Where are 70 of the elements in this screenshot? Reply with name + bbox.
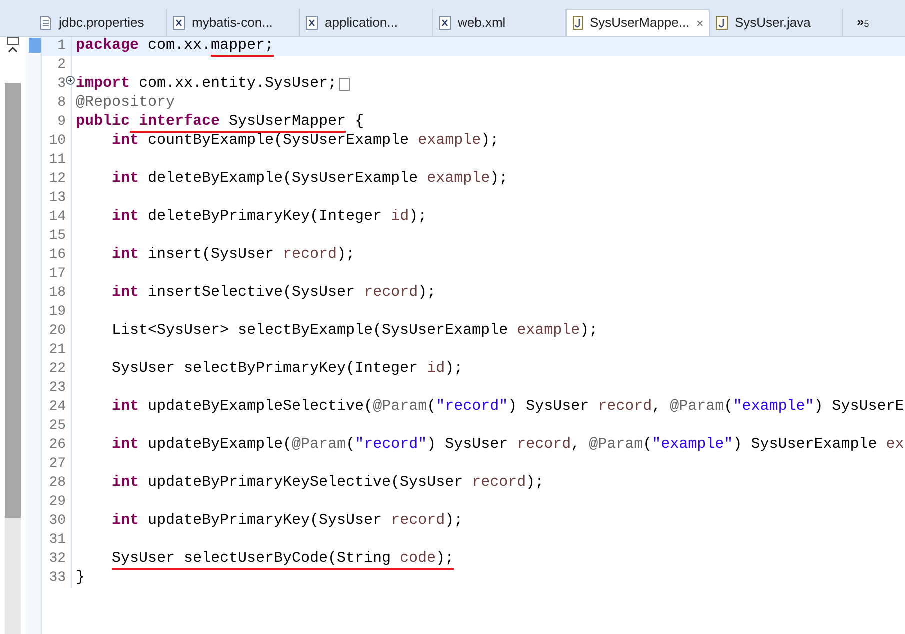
document-icon: [40, 16, 52, 30]
line-number: 29: [49, 493, 66, 512]
tab-label: application...: [325, 14, 398, 32]
line-number: 23: [49, 379, 66, 398]
code-line: SysUser selectByPrimaryKey(Integer id);: [112, 359, 464, 380]
line-number: 32: [49, 550, 66, 569]
line-number: 10: [49, 132, 66, 151]
line-number: 12: [49, 170, 66, 189]
line-number: 2: [58, 56, 66, 75]
code-line: int updateByPrimaryKey(SysUser record);: [112, 511, 464, 532]
tab-label: mybatis-con...: [192, 14, 273, 32]
line-number: 28: [49, 474, 66, 493]
editor-tab[interactable]: SysUserMappe...: [566, 9, 710, 36]
editor-tab[interactable]: SysUser.java: [710, 9, 843, 36]
editor-tab[interactable]: application...: [300, 9, 433, 36]
more-tabs-button[interactable]: »5: [843, 9, 870, 36]
code-line: @Repository: [76, 93, 176, 114]
xml-file-icon: [439, 16, 451, 30]
line-number: 17: [49, 265, 66, 284]
line-number: 27: [49, 455, 66, 474]
line-number: 8: [58, 94, 66, 113]
line-number: 31: [49, 531, 66, 550]
code-line: int insert(SysUser record);: [112, 245, 356, 266]
code-line: int countByExample(SysUserExample example);: [112, 131, 500, 152]
code-line: package com.xx.mapper;: [76, 35, 274, 58]
line-number: 18: [49, 284, 66, 303]
xml-file-icon: [306, 16, 318, 30]
editor-tab[interactable]: jdbc.properties: [34, 9, 167, 36]
java-file-icon: [716, 16, 728, 30]
line-number: 33: [49, 569, 66, 588]
code-line: public interface SysUserMapper {: [76, 111, 364, 134]
line-number: 16: [49, 246, 66, 265]
java-file-icon: [573, 16, 583, 30]
line-number: 24: [49, 398, 66, 417]
line-number: 26: [49, 436, 66, 455]
scrollbar-thumb[interactable]: [5, 83, 21, 518]
vertical-scrollbar[interactable]: [5, 83, 21, 634]
line-number: 25: [49, 417, 66, 436]
line-number: 14: [49, 208, 66, 227]
code-line: int deleteByPrimaryKey(Integer id);: [112, 207, 428, 228]
code-line: import com.xx.entity.SysUser;: [76, 74, 338, 94]
code-line: SysUser selectUserByCode(String code);: [112, 548, 454, 571]
code-line: int insertSelective(SysUser record);: [112, 283, 436, 304]
line-number: 13: [49, 189, 66, 208]
tab-label: web.xml: [458, 14, 506, 32]
code-line: int deleteByExample(SysUserExample example);: [112, 169, 508, 190]
line-number: 9: [58, 113, 66, 132]
tab-label: SysUser.java: [735, 14, 811, 32]
folded-code-marker[interactable]: [339, 78, 350, 91]
code-line: int updateByPrimaryKeySelective(SysUser record);: [112, 473, 544, 494]
code-line: int updateByExampleSelective(@Param("record") SysUser record, @Param("example") SysUserE: [112, 397, 904, 418]
scroll-up-icon[interactable]: [8, 47, 18, 53]
code-line: List<SysUser> selectByExample(SysUserExample example);: [112, 321, 598, 342]
tab-label: SysUserMappe...: [590, 14, 690, 32]
close-icon[interactable]: [696, 18, 703, 28]
line-number: 30: [49, 512, 66, 531]
xml-file-icon: [173, 16, 185, 30]
code-line: int updateByExample(@Param("record") SysUser record, @Param("example") SysUserExample ex: [112, 435, 904, 456]
editor-tab[interactable]: mybatis-con...: [167, 9, 300, 36]
line-number: 20: [49, 322, 66, 341]
line-number: 22: [49, 360, 66, 379]
line-number: 19: [49, 303, 66, 322]
line-number: 1: [58, 37, 66, 56]
line-number: 21: [49, 341, 66, 360]
line-number: 3: [58, 75, 66, 94]
tab-label: jdbc.properties: [59, 14, 144, 32]
line-number: 15: [49, 227, 66, 246]
expand-icon[interactable]: [66, 76, 75, 85]
line-number: 11: [49, 151, 66, 170]
code-line: }: [76, 568, 86, 588]
